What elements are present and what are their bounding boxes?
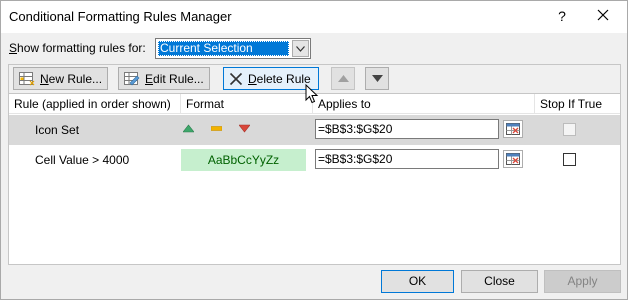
title-bar: Conditional Formatting Rules Manager ?: [1, 1, 627, 33]
range-select-icon[interactable]: [503, 150, 523, 168]
delete-icon: [229, 72, 243, 85]
stop-if-true-checkbox[interactable]: [563, 123, 576, 136]
move-down-button[interactable]: [365, 67, 389, 90]
column-header-rule: Rule (applied in order shown): [9, 94, 181, 114]
mouse-pointer-icon: [305, 84, 319, 104]
move-up-button[interactable]: [331, 67, 355, 90]
rules-scope-dropdown[interactable]: Current Selection: [155, 38, 311, 59]
column-header-stop-if-true: Stop If True: [540, 97, 603, 111]
green-up-triangle-icon: [183, 124, 194, 133]
new-rule-icon: [19, 71, 35, 85]
applies-to-field[interactable]: =$B$3:$G$20: [315, 149, 499, 169]
edit-rule-button[interactable]: Edit Rule...: [118, 67, 210, 90]
rule-row-cell-value[interactable]: Cell Value > 4000 AaBbCcYyZz =$B$3:$G$20: [9, 145, 620, 175]
range-select-icon[interactable]: [503, 120, 523, 138]
conditional-formatting-dialog: Conditional Formatting Rules Manager ? S…: [0, 0, 628, 300]
edit-rule-icon: [124, 71, 140, 85]
yellow-dash-icon: [211, 126, 222, 131]
delete-rule-label: Delete Rule: [248, 71, 311, 86]
chevron-down-icon[interactable]: [292, 40, 309, 57]
red-down-triangle-icon: [239, 124, 250, 133]
close-button[interactable]: Close: [461, 270, 538, 293]
help-button[interactable]: ?: [548, 3, 576, 29]
apply-button[interactable]: Apply: [544, 270, 621, 293]
show-rules-label: Show formatting rules for:: [9, 41, 146, 55]
format-preview: AaBbCcYyZz: [181, 149, 306, 171]
column-header-format: Format: [181, 94, 313, 114]
new-rule-button[interactable]: New Rule...: [13, 67, 108, 90]
window-title: Conditional Formatting Rules Manager: [9, 9, 232, 24]
column-header-applies-to: Applies to: [313, 94, 535, 114]
ok-button[interactable]: OK: [381, 270, 454, 293]
rule-row-icon-set[interactable]: Icon Set =$B$3:$G$20: [9, 115, 620, 145]
rule-name: Cell Value > 4000: [35, 153, 130, 167]
applies-to-field[interactable]: =$B$3:$G$20: [315, 119, 499, 139]
rules-grid: Rule (applied in order shown) Format App…: [8, 93, 621, 265]
new-rule-label: New Rule...: [40, 71, 103, 86]
rule-name: Icon Set: [35, 123, 80, 137]
triangle-down-icon: [371, 75, 383, 82]
triangle-up-icon: [337, 75, 349, 82]
close-icon[interactable]: [589, 3, 617, 29]
stop-if-true-checkbox[interactable]: [563, 153, 576, 166]
edit-rule-label: Edit Rule...: [145, 71, 204, 86]
rules-scope-value: Current Selection: [158, 41, 289, 56]
